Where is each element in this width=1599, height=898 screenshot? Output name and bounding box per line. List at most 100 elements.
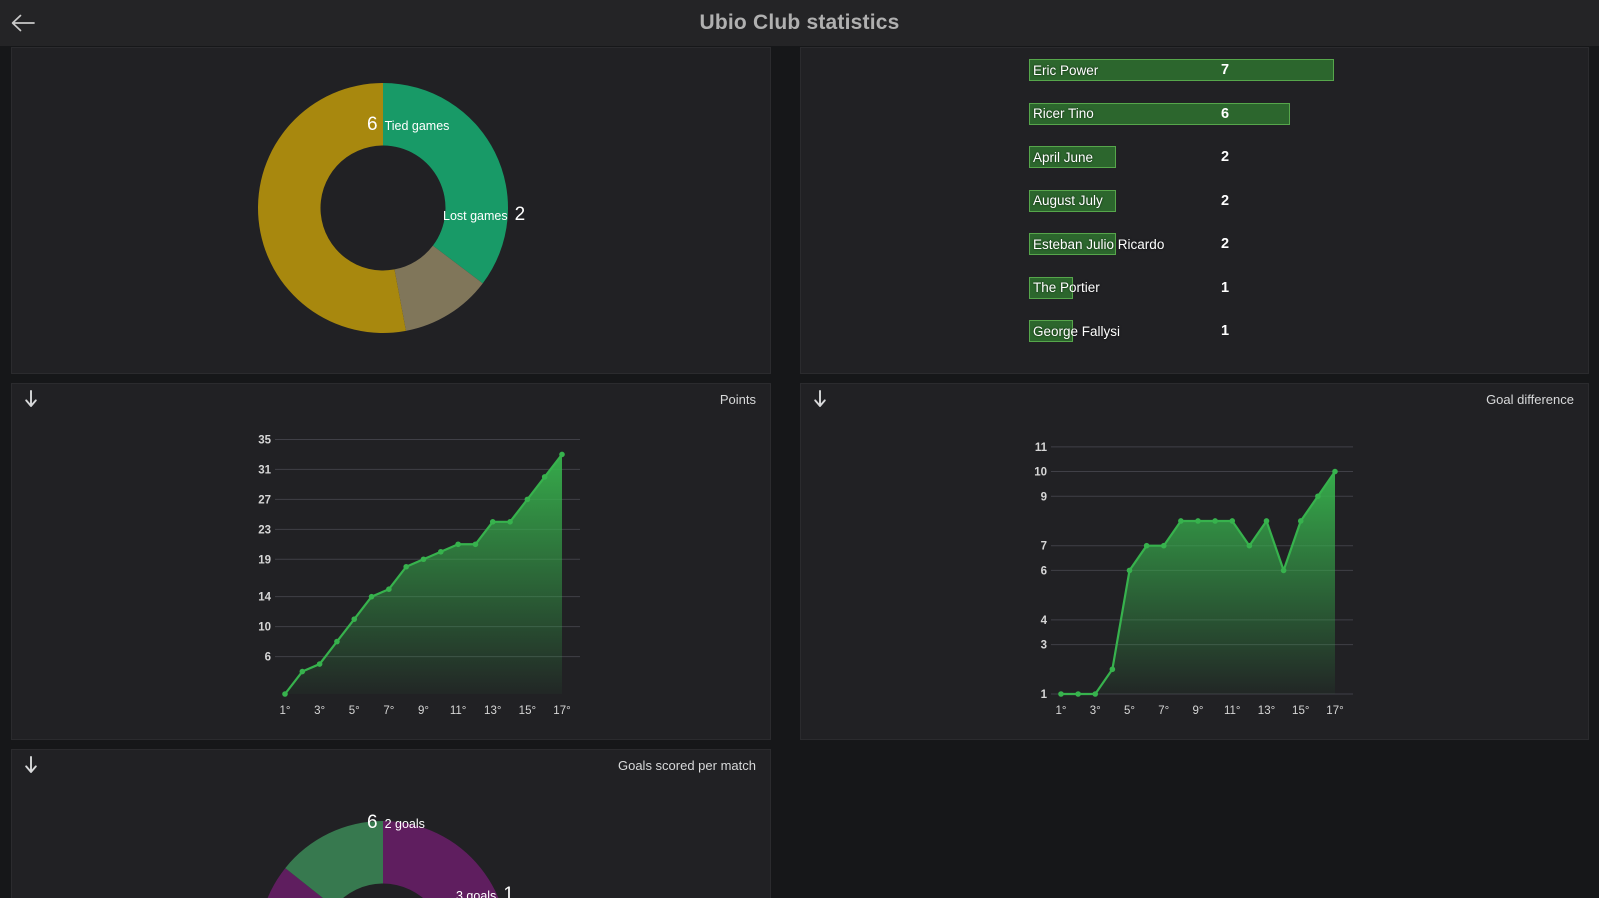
y-axis-tick-label: 1 [1041,689,1048,701]
data-point[interactable] [282,691,288,697]
data-point[interactable] [1178,518,1184,524]
bargauge-row[interactable]: George Fallysi 1 [801,315,1588,359]
top-navigation-bar: Ubio Club statistics [0,0,1599,46]
y-axis-tick-label: 7 [1041,541,1047,553]
panel-title-goal-difference: Goal difference [1486,391,1574,407]
bargauge-row[interactable]: Eric Power 7 [801,54,1588,98]
data-point[interactable] [438,548,444,555]
bargauge-value: 1 [1221,279,1230,296]
data-point[interactable] [368,593,375,600]
x-axis-tick-label: 7° [383,705,394,717]
panel-header-goal-difference: Goal difference [801,384,1588,414]
data-point[interactable] [489,519,496,525]
bargauge-value: 6 [1221,105,1230,122]
x-axis-tick-label: 5° [349,705,360,717]
data-point[interactable] [1263,518,1270,524]
data-point[interactable] [541,474,548,480]
data-point[interactable] [1075,691,1081,697]
data-point[interactable] [1160,542,1167,549]
y-axis-tick-label: 23 [258,524,271,536]
panel-points: Points 6 10 14 19 23 27 31 35 1° 3° 5° 7° 9° 11° 13° 15… [11,383,771,740]
chart-gd-svg: 1 3 4 6 7 9 10 11 1° 3° 5° 7° 9° 11° 13° 15° 17° [1034,442,1353,717]
data-point[interactable] [386,586,392,592]
x-axis-tick-label: 1° [1056,705,1067,717]
data-point[interactable] [524,496,531,503]
y-axis-tick-label: 19 [258,554,271,566]
data-point[interactable] [559,451,565,458]
y-axis-tick-label: 9 [1041,491,1047,503]
bargauge-row[interactable]: Esteban Julio Ricardo 2 [801,228,1588,272]
bargauge-value: 1 [1221,323,1230,339]
bargauge-row[interactable]: The Portier 1 [801,272,1588,316]
data-point[interactable] [455,541,461,548]
y-axis-tick-label: 6 [265,652,271,664]
series-area [1061,471,1335,694]
arrow-down-icon[interactable] [24,389,38,409]
y-axis-tick-label: 35 [258,434,271,446]
x-axis-tick-label: 13° [484,705,501,717]
bargauge-value: 7 [1221,62,1230,78]
x-axis-tick-label: 15° [1292,705,1309,717]
x-axis-tick-label: 9° [418,705,429,717]
x-axis-tick-label: 13° [1258,705,1275,717]
data-point[interactable] [472,541,479,548]
panel-title-goals-per-match: Goals scored per match [617,757,756,773]
data-point[interactable] [1143,542,1150,549]
results-donut-chart: 6 Tied games Lost games 2 Won games 9 [12,58,770,407]
points-line-chart[interactable]: 6 10 14 19 23 27 31 35 1° 3° 5° 7° 9° 11° 13° 15° 17° [12,414,770,739]
bargauge-label: Esteban Julio Ricardo [1033,236,1165,252]
data-point[interactable] [1315,493,1321,500]
series-area [285,454,562,694]
back-button[interactable] [0,0,46,46]
y-axis-tick-label: 4 [1041,615,1048,627]
data-point[interactable] [299,668,306,675]
y-axis-tick-label: 11 [1035,442,1048,454]
bargauge-label: George Fallysi [1033,323,1121,339]
arrow-down-icon[interactable] [813,389,827,409]
x-axis-tick-label: 3° [1090,705,1101,717]
data-point[interactable] [1195,518,1201,524]
data-point[interactable] [1126,567,1133,574]
pie-label-3-goals: 3 goals 1 [456,884,514,898]
bargauge-row[interactable]: Ricer Tino 6 [801,98,1588,142]
x-axis-tick-label: 15° [519,705,536,717]
data-point[interactable] [1246,542,1253,549]
data-point[interactable] [1058,691,1064,697]
bargauge-value: 2 [1221,192,1230,209]
bargauge-row[interactable]: April June 2 [801,141,1588,185]
pie-label-lost: Lost games 2 [443,204,526,225]
goals-per-match-chart: 6 2 goals 3 goals 1 [12,780,770,898]
x-axis-tick-label: 1° [280,705,291,717]
data-point[interactable] [1280,567,1287,574]
data-point[interactable] [507,519,513,525]
y-axis-tick-label: 6 [1041,565,1047,577]
x-axis-tick-label: 5° [1124,705,1135,717]
data-point[interactable] [1229,518,1236,524]
arrow-down-icon[interactable] [24,755,38,775]
top-scorers-bargauge: Eric Power 7 Ricer Tino 6 April June 2 August … [801,48,1588,368]
bargauge-label: Eric Power [1033,62,1099,78]
x-axis-tick-label: 17° [1326,705,1343,717]
goal-difference-line-chart[interactable]: 1 3 4 6 7 9 10 11 1° 3° 5° 7° 9° 11° 13° 15° 17° [801,414,1588,739]
data-point[interactable] [316,661,323,667]
pie-label-2-goals: 6 2 goals [367,812,425,833]
data-point[interactable] [1092,691,1099,697]
data-point[interactable] [1109,666,1116,673]
data-point[interactable] [334,638,340,645]
dashboard-root: Ubio Club statistics 6 Tied games Lost g… [0,0,1599,898]
data-point[interactable] [1212,518,1218,524]
bargauge-label: August July [1033,193,1103,208]
x-axis-tick-label: 17° [553,705,570,717]
y-axis-tick-label: 3 [1041,640,1047,652]
data-point[interactable] [1332,468,1338,475]
data-point[interactable] [403,563,409,570]
x-axis-tick-label: 11° [450,705,467,717]
bargauge-row[interactable]: August July 2 [801,185,1588,229]
data-point[interactable] [420,556,427,563]
data-point[interactable] [1297,518,1304,524]
data-point[interactable] [351,616,358,622]
x-axis-tick-label: 11° [1224,705,1241,717]
panel-goals-per-match: Goals scored per match 6 2 goals 3 goals… [11,749,771,898]
chart-points-svg: 6 10 14 19 23 27 31 35 1° 3° 5° 7° 9° 11° 13° 15° 17° [258,434,580,717]
panel-header-points: Points [12,384,770,414]
